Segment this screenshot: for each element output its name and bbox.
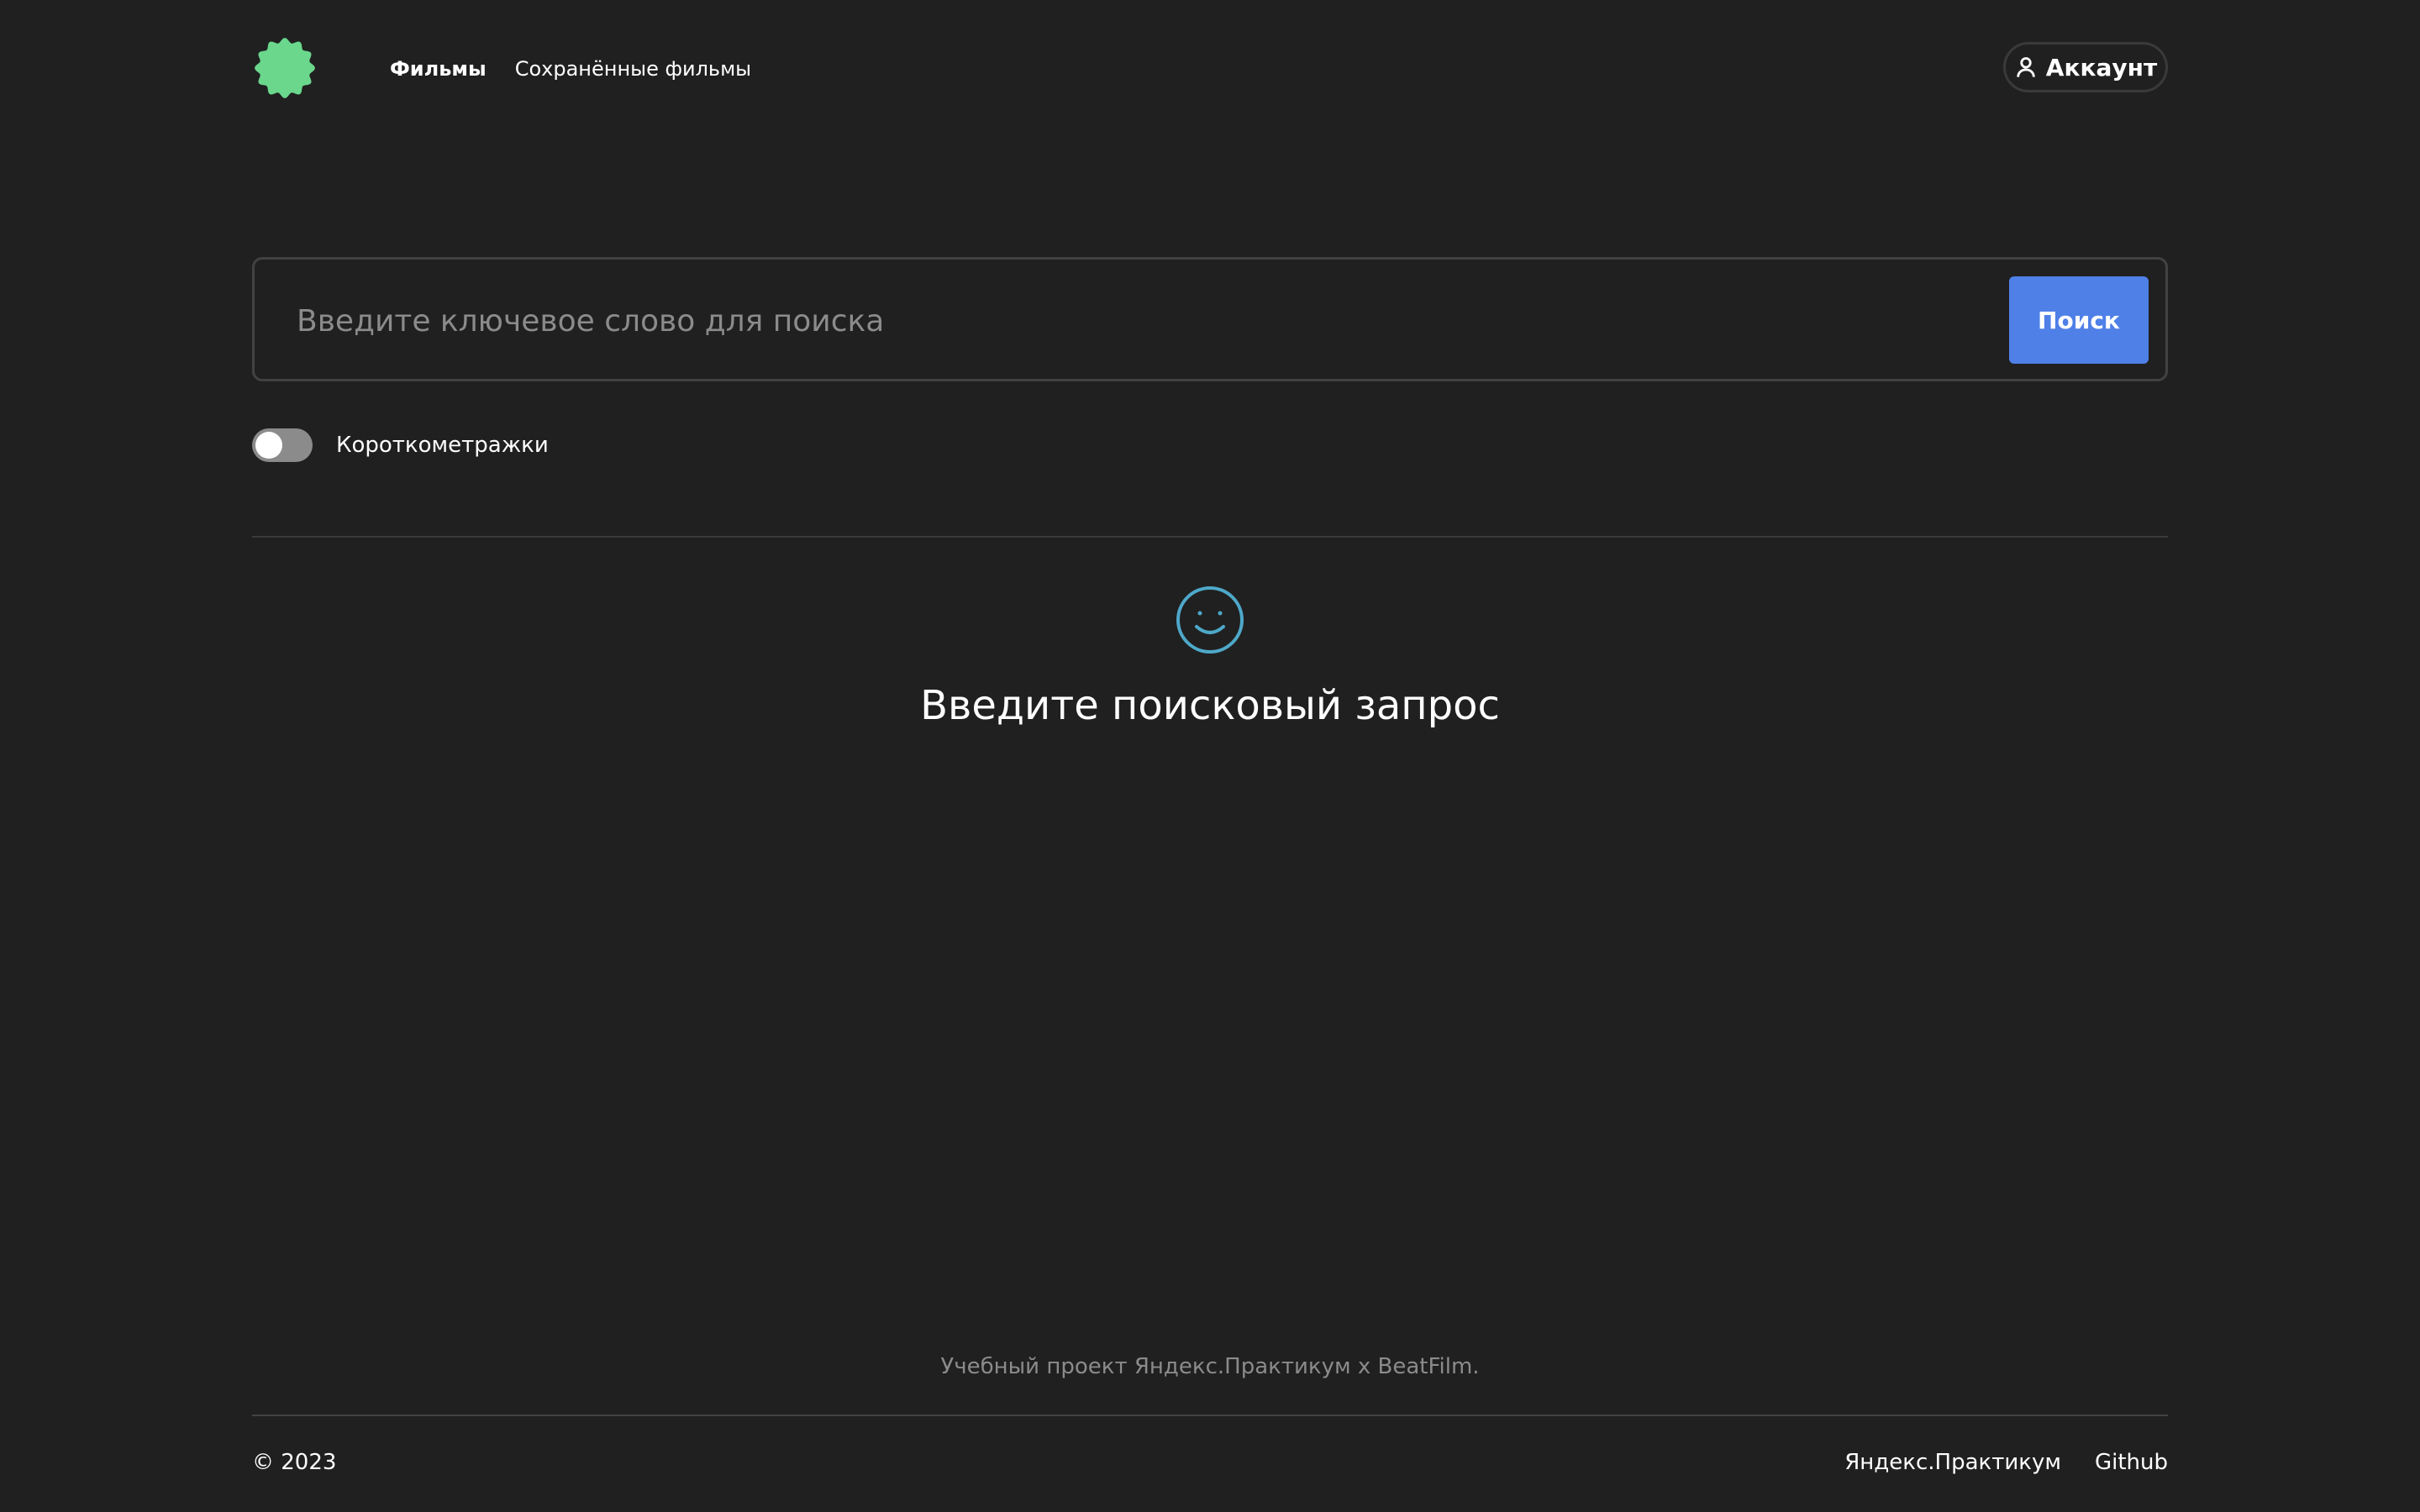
smile-icon: [1176, 586, 1244, 654]
short-films-filter: Короткометражки: [252, 427, 549, 464]
nav-link-saved-films[interactable]: Сохранённые фильмы: [515, 57, 751, 81]
main-nav: Фильмы Сохранённые фильмы: [390, 34, 751, 104]
logo-badge-icon[interactable]: [252, 35, 318, 101]
page: Фильмы Сохранённые фильмы Аккаунт Поиск …: [0, 0, 2420, 1512]
account-button[interactable]: Аккаунт: [2003, 42, 2168, 92]
toggle-knob: [255, 432, 282, 459]
footer-divider: [252, 1415, 2168, 1416]
short-films-toggle[interactable]: [252, 428, 313, 462]
account-label: Аккаунт: [2045, 53, 2158, 81]
search-input[interactable]: [295, 283, 1979, 359]
footer-caption: Учебный проект Яндекс.Практикум х BeatFi…: [940, 1354, 1480, 1379]
divider: [252, 536, 2168, 538]
search-form: Поиск: [252, 257, 2168, 381]
short-films-label: Короткометражки: [336, 433, 549, 458]
footer-link-practicum[interactable]: Яндекс.Практикум: [1844, 1450, 2061, 1475]
nav-link-films[interactable]: Фильмы: [390, 57, 487, 81]
footer-links: Яндекс.Практикум Github: [1844, 1450, 2168, 1475]
copyright: © 2023: [252, 1450, 337, 1475]
footer-link-github[interactable]: Github: [2095, 1450, 2168, 1475]
search-button[interactable]: Поиск: [2009, 276, 2149, 364]
empty-state-title: Введите поисковый запрос: [920, 682, 1500, 729]
header: Фильмы Сохранённые фильмы Аккаунт: [252, 34, 2168, 104]
user-icon: [2017, 57, 2035, 77]
